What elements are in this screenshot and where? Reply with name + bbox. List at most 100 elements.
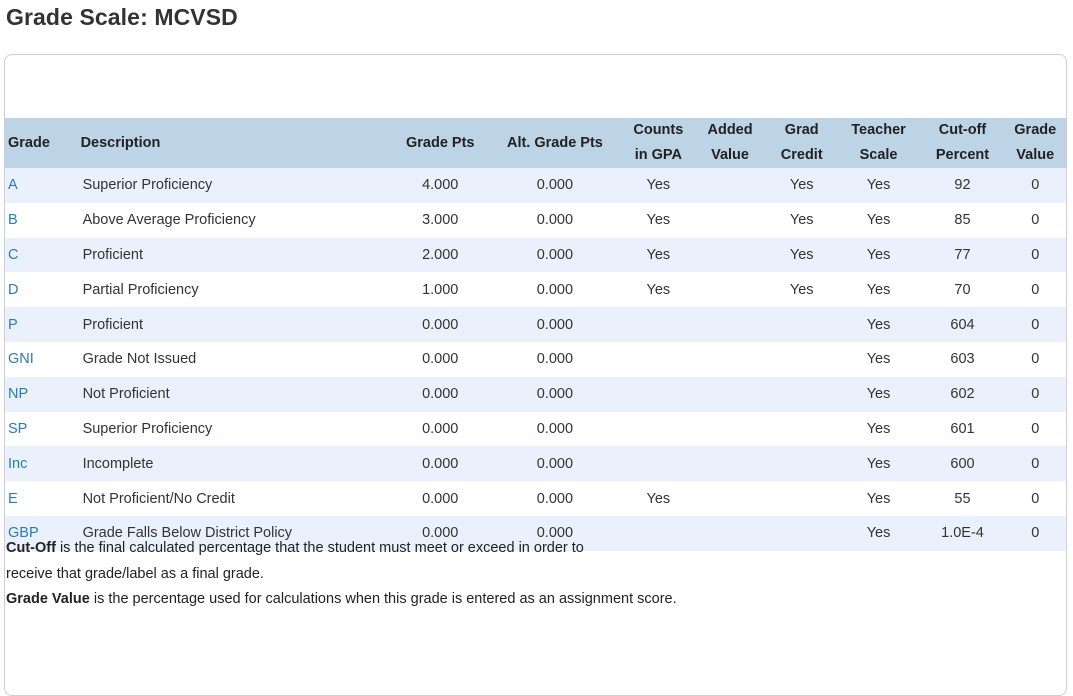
cell-counts-in-gpa: Yes <box>646 281 671 298</box>
cell-grade: D <box>5 272 72 307</box>
cell-added-value <box>693 377 767 412</box>
column-header-alt-grade-pts: Alt. Grade Pts <box>506 134 603 151</box>
column-header-grade-value: Grade Value <box>1004 118 1066 168</box>
cutoff-text: is the final calculated percentage that … <box>55 540 584 556</box>
cutoff-note: Cut-Off is the final calculated percenta… <box>6 536 677 562</box>
cell-grad-credit: Yes <box>789 177 814 194</box>
cell-grade-pts: 0.000 <box>422 420 459 437</box>
cell-counts-in-gpa: Yes <box>646 177 671 194</box>
cell-cutoff-percent: 55 <box>954 490 971 507</box>
cell-teacher-scale: Yes <box>866 455 891 472</box>
cell-grade-value: 0 <box>1031 386 1040 403</box>
grade-link[interactable]: Inc <box>8 456 27 472</box>
grade-link[interactable]: C <box>8 247 18 263</box>
cell-alt-grade-pts: 0.000 <box>536 316 574 333</box>
cell-alt-grade-pts: 0.000 <box>536 281 574 298</box>
cell-counts-in-gpa: Yes <box>646 490 671 507</box>
grade-link[interactable]: P <box>8 317 18 333</box>
cell-grade: GNI <box>5 342 72 377</box>
header-line: Cut-off <box>938 122 987 138</box>
cell-teacher-scale: Yes <box>866 386 891 403</box>
grade-value-term: Grade Value <box>6 591 90 607</box>
cell-alt-grade-pts: 0.000 <box>536 420 574 437</box>
grade-scale-table: Grade Description Grade Pts Alt. Grade P… <box>5 118 1066 551</box>
cell-added-value <box>693 168 767 203</box>
cell-grad-credit <box>767 446 837 481</box>
cell-cutoff-percent: 70 <box>954 281 971 298</box>
cell-teacher-scale: Yes <box>866 525 891 542</box>
header-line: Counts <box>633 122 684 138</box>
column-header-description: Description <box>80 134 161 151</box>
grade-link[interactable]: A <box>8 177 18 193</box>
cell-grade-pts: 0.000 <box>422 386 459 403</box>
cell-grade: A <box>5 168 72 203</box>
header-line: Value <box>711 147 749 163</box>
cell-grade-value: 0 <box>1031 316 1040 333</box>
header-line: Percent <box>935 147 990 163</box>
grade-value-note: Grade Value is the percentage used for c… <box>6 587 677 613</box>
cell-grade: NP <box>5 377 72 412</box>
cell-teacher-scale: Yes <box>866 351 891 368</box>
cell-grad-credit: Yes <box>789 246 814 263</box>
cell-cutoff-percent: 603 <box>950 351 975 368</box>
column-header-added-value: Added Value <box>693 118 767 168</box>
cutoff-note-continued: receive that grade/label as a final grad… <box>6 565 264 582</box>
cell-grade-value: 0 <box>1031 455 1040 472</box>
table-row: A Superior Proficiency 4.000 0.000 Yes Yes Yes… <box>5 168 1066 203</box>
grade-link[interactable]: B <box>8 212 18 228</box>
cell-counts-in-gpa <box>624 342 694 377</box>
cell-added-value <box>693 516 767 551</box>
cell-alt-grade-pts: 0.000 <box>536 246 574 263</box>
grade-link[interactable]: NP <box>8 386 28 402</box>
cell-counts-in-gpa: Yes <box>646 246 671 263</box>
grade-link[interactable]: E <box>8 491 18 507</box>
cell-alt-grade-pts: 0.000 <box>536 177 574 194</box>
header-line: Grad <box>784 122 819 138</box>
cell-description: Grade Not Issued <box>82 351 197 368</box>
cell-alt-grade-pts: 0.000 <box>536 455 574 472</box>
cell-description: Superior Proficiency <box>82 420 213 437</box>
cell-alt-grade-pts: 0.000 <box>536 351 574 368</box>
cell-description: Proficient <box>82 246 144 263</box>
header-line: Credit <box>780 147 823 163</box>
grade-link[interactable]: SP <box>8 421 27 437</box>
cell-grade: SP <box>5 412 72 447</box>
table-header-row: Grade Description Grade Pts Alt. Grade P… <box>5 118 1066 168</box>
cell-added-value <box>693 342 767 377</box>
header-line: Added <box>707 122 753 138</box>
cell-grade-value: 0 <box>1031 177 1040 194</box>
table-row: D Partial Proficiency 1.000 0.000 Yes Yes Yes 7… <box>5 272 1066 308</box>
cell-added-value <box>693 481 767 516</box>
cell-grade-pts: 3.000 <box>422 212 459 229</box>
cell-grade-value: 0 <box>1031 525 1040 542</box>
cell-counts-in-gpa <box>624 377 694 412</box>
cell-added-value <box>693 446 767 481</box>
grade-value-text: is the percentage used for calculations … <box>89 591 677 607</box>
table-row: Inc Incomplete 0.000 0.000 Yes 600 0 <box>5 446 1066 482</box>
cell-description: Not Proficient <box>82 386 170 403</box>
cell-teacher-scale: Yes <box>866 490 891 507</box>
grade-link[interactable]: D <box>8 282 18 298</box>
column-header-teacher-scale: Teacher Scale <box>837 118 921 168</box>
cell-grade: E <box>5 481 72 516</box>
cell-alt-grade-pts: 0.000 <box>536 386 574 403</box>
table-body: A Superior Proficiency 4.000 0.000 Yes Yes Yes… <box>5 168 1066 551</box>
cell-teacher-scale: Yes <box>866 281 891 298</box>
grade-link[interactable]: GNI <box>8 351 34 367</box>
cell-cutoff-percent: 600 <box>950 455 975 472</box>
cell-description: Proficient <box>82 316 144 333</box>
cell-grade-pts: 0.000 <box>422 316 459 333</box>
header-line: in GPA <box>634 147 682 163</box>
cell-grade-value: 0 <box>1031 246 1040 263</box>
cell-grad-credit: Yes <box>789 212 814 229</box>
cell-description: Incomplete <box>82 455 154 472</box>
cell-added-value <box>693 412 767 447</box>
table-row: GNI Grade Not Issued 0.000 0.000 Yes 603 0 <box>5 341 1066 377</box>
cell-grade: C <box>5 238 72 273</box>
page-title: Grade Scale: MCVSD <box>6 4 238 30</box>
cell-cutoff-percent: 604 <box>950 316 975 333</box>
table-row: E Not Proficient/No Credit 0.000 0.000 Yes Ye… <box>5 481 1066 516</box>
cell-grad-credit <box>767 307 837 342</box>
header-line: Scale <box>859 147 898 163</box>
column-header-grad-credit: Grad Credit <box>767 118 837 168</box>
